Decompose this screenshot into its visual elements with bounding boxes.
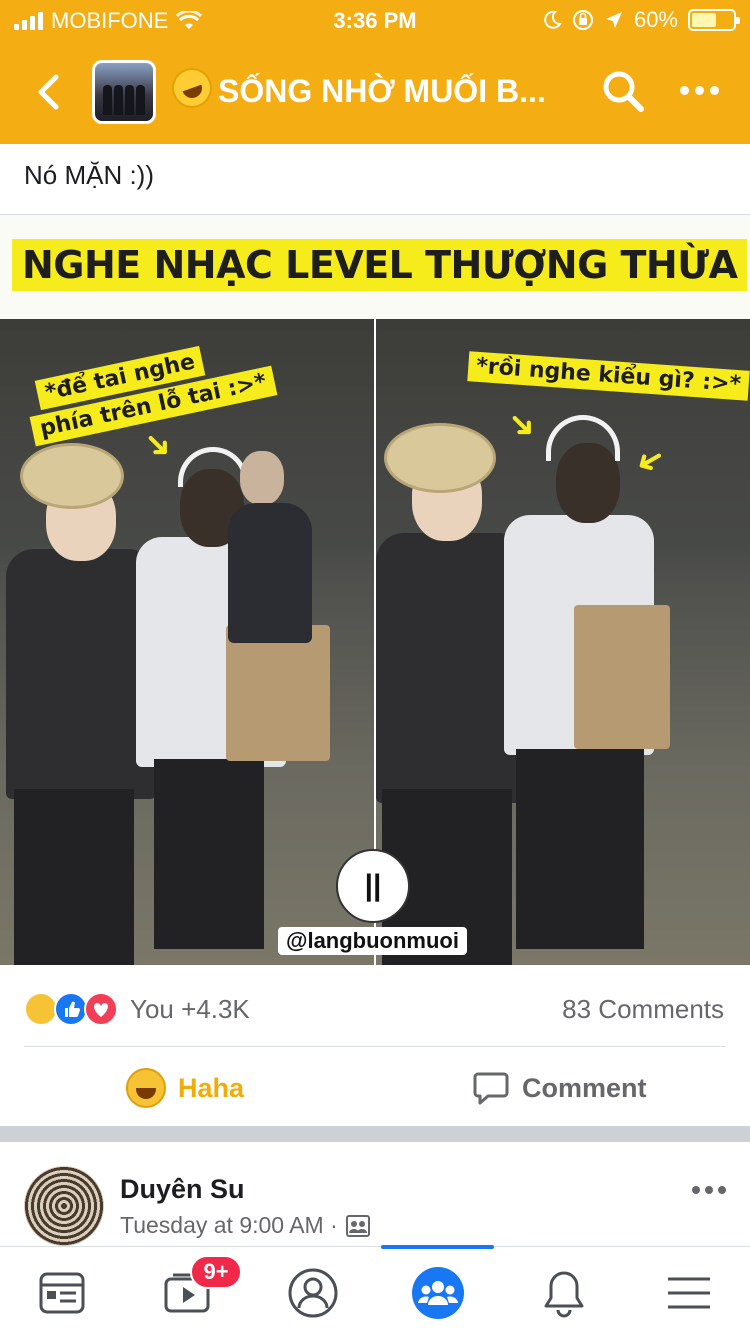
comment-icon — [473, 1072, 509, 1105]
haha-reaction-button[interactable]: Haha — [126, 1064, 244, 1112]
post-caption: Nó MẶN :)) — [24, 160, 154, 190]
meme-headline-band: NGHE NHẠC LEVEL THƯỢNG THỪA — [0, 215, 750, 319]
comment-count[interactable]: 83 Comments — [562, 994, 724, 1025]
dot-icon — [718, 1186, 726, 1194]
tab-notifications[interactable] — [536, 1265, 592, 1321]
watermark-logo-icon: || — [336, 849, 410, 923]
battery-percent: 60% — [633, 7, 678, 32]
haha-label: Haha — [178, 1072, 245, 1103]
reaction-summary[interactable]: You +4.3K — [130, 994, 250, 1025]
comment-label: Comment — [522, 1072, 647, 1103]
watermark-handle: @langbuonmuoi — [278, 927, 467, 955]
menu-icon — [668, 1277, 710, 1309]
search-icon — [603, 71, 644, 112]
author-name[interactable]: Duyên Su — [120, 1174, 245, 1205]
rotation-lock-icon — [572, 10, 593, 30]
post-time-text: Tuesday at 9:00 AM · — [120, 1212, 338, 1238]
group-audience-icon — [345, 1214, 370, 1237]
location-icon — [605, 12, 622, 28]
groups-icon — [412, 1267, 464, 1319]
notifications-icon — [544, 1271, 584, 1318]
group-title[interactable]: SỐNG NHỜ MUỐI B... — [172, 68, 572, 110]
feed-separator — [0, 1126, 750, 1142]
tab-profile[interactable] — [285, 1265, 341, 1321]
comment-button[interactable]: Comment — [472, 1064, 647, 1112]
moon-icon — [544, 10, 562, 29]
top-bar: MOBIFONE 3:36 PM 60% SỐNG NHỜ MUỐI B... — [0, 0, 750, 144]
love-icon — [84, 992, 118, 1026]
haha-icon — [24, 992, 58, 1026]
status-right: 60% — [542, 7, 740, 33]
dot-icon — [705, 1186, 713, 1194]
tab-groups[interactable] — [410, 1265, 466, 1321]
photo-right — [376, 319, 750, 965]
group-avatar[interactable] — [92, 60, 156, 124]
author-avatar[interactable] — [24, 1166, 104, 1246]
reaction-icons — [24, 992, 122, 1028]
back-button[interactable] — [28, 70, 68, 114]
more-options-button[interactable] — [680, 80, 726, 100]
battery-icon — [688, 9, 740, 31]
tab-bar: 9+ — [0, 1245, 750, 1334]
group-header: SỐNG NHỜ MUỐI B... — [0, 40, 750, 144]
like-icon — [54, 992, 88, 1026]
post-more-button[interactable] — [692, 1186, 726, 1194]
active-tab-indicator — [381, 1245, 494, 1249]
group-title-text: SỐNG NHỜ MUỐI B... — [218, 73, 546, 109]
battery-fill — [692, 13, 717, 27]
dot-icon — [680, 85, 689, 95]
post-actions: Haha Comment — [0, 1050, 750, 1126]
chevron-left-icon — [38, 74, 59, 110]
reactions-row[interactable]: You +4.3K 83 Comments — [0, 980, 750, 1038]
news-feed-icon — [39, 1272, 85, 1314]
dot-icon — [695, 85, 704, 95]
watch-notification-badge: 9+ — [190, 1255, 242, 1289]
haha-icon — [126, 1068, 166, 1108]
status-bar: MOBIFONE 3:36 PM 60% — [0, 0, 750, 40]
dot-icon — [692, 1186, 700, 1194]
post-image[interactable]: NGHE NHẠC LEVEL THƯỢNG THỪA *để tai nghe… — [0, 215, 750, 965]
tab-menu[interactable] — [661, 1265, 717, 1321]
search-button[interactable] — [600, 68, 646, 114]
post-timestamp: Tuesday at 9:00 AM · — [120, 1212, 370, 1239]
rofl-emoji-icon — [172, 68, 218, 110]
meme-headline: NGHE NHẠC LEVEL THƯỢNG THỪA — [12, 239, 748, 291]
profile-icon — [288, 1268, 338, 1318]
divider — [24, 1046, 726, 1047]
dot-icon — [710, 85, 719, 95]
next-post-header: Duyên Su Tuesday at 9:00 AM · — [0, 1142, 750, 1246]
tab-news-feed[interactable] — [34, 1265, 90, 1321]
